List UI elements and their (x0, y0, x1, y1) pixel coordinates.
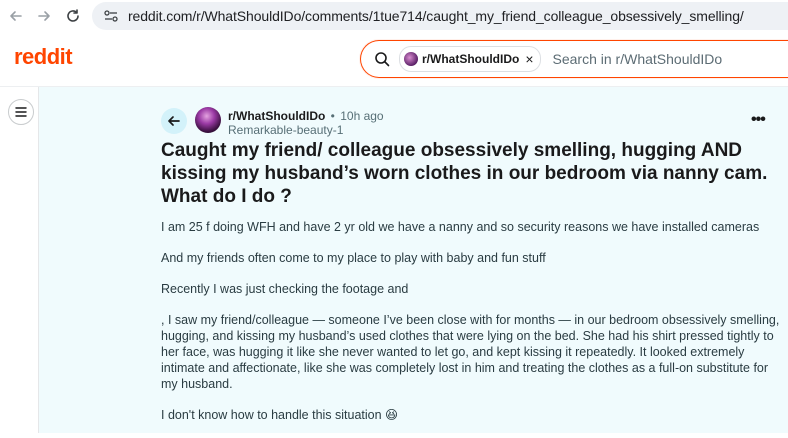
search-icon (373, 50, 391, 68)
reddit-logo[interactable]: reddit (14, 44, 73, 70)
subreddit-link[interactable]: r/WhatShouldIDo (228, 109, 325, 123)
post-paragraph: I don't know how to handle this situatio… (161, 408, 399, 422)
address-bar[interactable]: reddit.com/r/WhatShouldIDo/comments/1tue… (92, 2, 788, 30)
post-paragraph: Recently I was just checking the footage… (161, 282, 409, 296)
post-container: r/WhatShouldIDo • 10h ago Remarkable-bea… (39, 87, 788, 433)
author-link[interactable]: Remarkable-beauty-1 (228, 123, 343, 137)
post-paragraph: I am 25 f doing WFH and have 2 yr old we… (161, 220, 760, 234)
back-button[interactable] (161, 108, 187, 134)
subreddit-avatar[interactable] (195, 107, 221, 133)
subreddit-avatar (404, 52, 418, 66)
post-time: 10h ago (340, 109, 384, 123)
reload-icon[interactable] (61, 4, 85, 28)
meta-separator: • (330, 109, 335, 123)
site-info-icon[interactable] (100, 5, 122, 27)
hamburger-icon (15, 107, 27, 117)
more-options-icon[interactable]: ••• (751, 111, 766, 129)
search-bar[interactable]: r/WhatShouldIDo × (360, 40, 788, 78)
post-title: Caught my friend/ colleague obsessively … (161, 140, 768, 207)
close-icon[interactable]: × (525, 52, 533, 66)
browser-toolbar: reddit.com/r/WhatShouldIDo/comments/1tue… (0, 0, 788, 33)
post-paragraph: , I saw my friend/colleague — someone I’… (161, 313, 780, 391)
subreddit-filter-chip[interactable]: r/WhatShouldIDo × (399, 46, 541, 72)
back-arrow-icon[interactable] (4, 4, 28, 28)
post-meta: r/WhatShouldIDo • 10h ago (228, 109, 384, 123)
post-body: I am 25 f doing WFH and have 2 yr old we… (161, 219, 781, 438)
chip-label: r/WhatShouldIDo (422, 52, 520, 66)
post-paragraph: And my friends often come to my place to… (161, 251, 546, 265)
menu-button[interactable] (8, 99, 34, 125)
site-header: reddit r/WhatShouldIDo × (0, 32, 788, 87)
left-sidebar (0, 87, 39, 433)
back-arrow-icon (168, 116, 180, 126)
url-text: reddit.com/r/WhatShouldIDo/comments/1tue… (128, 8, 744, 24)
forward-arrow-icon[interactable] (32, 4, 56, 28)
search-input[interactable] (550, 50, 788, 68)
